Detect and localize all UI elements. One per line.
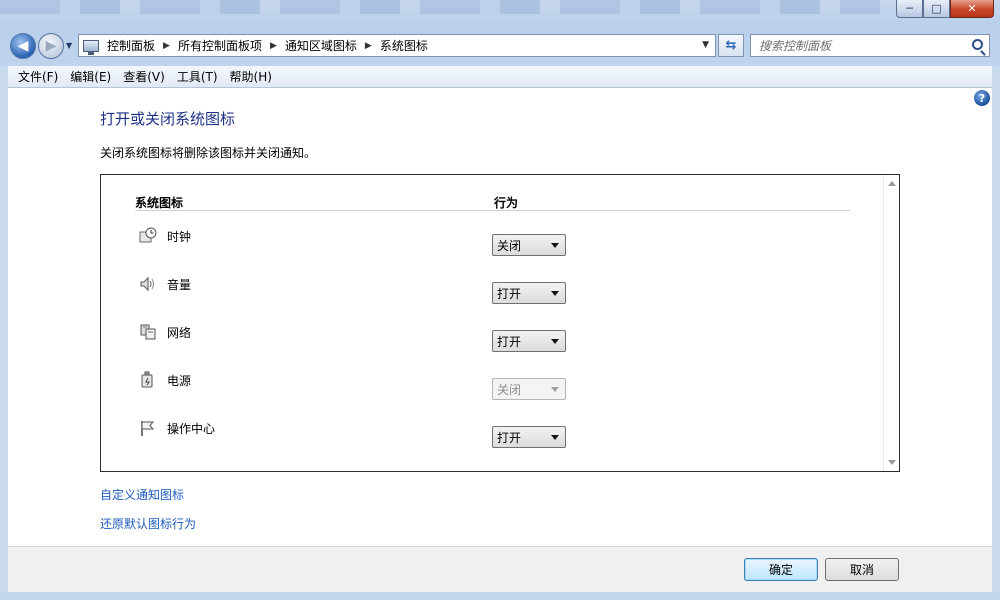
history-dropdown-icon[interactable]: ▼: [66, 41, 72, 50]
window-controls: ─ □ ✕: [896, 0, 994, 18]
chevron-down-icon: [551, 291, 559, 296]
behavior-select-volume[interactable]: 打开: [492, 282, 566, 304]
search-icon[interactable]: [972, 39, 983, 50]
row-label-clock: 时钟: [167, 230, 192, 244]
chevron-right-icon[interactable]: ▶: [270, 41, 277, 51]
behavior-value: 打开: [497, 430, 522, 445]
behavior-value: 关闭: [497, 382, 522, 397]
breadcrumb-control-panel[interactable]: 控制面板: [107, 37, 155, 54]
chevron-down-icon: [551, 339, 559, 344]
arrow-left-icon: ◀: [17, 38, 29, 54]
search-input[interactable]: [759, 38, 964, 53]
system-icons-panel: 系统图标 行为 时钟 关闭 音量 打开 网络 打开 电源 关闭 操作中心 打开: [100, 174, 900, 472]
row-label-network: 网络: [167, 326, 192, 340]
page-title: 打开或关闭系统图标: [100, 110, 236, 128]
chevron-down-icon: [551, 243, 559, 248]
column-header-icon: 系统图标: [135, 196, 184, 210]
refresh-button[interactable]: ⇆: [718, 34, 744, 57]
breadcrumb: 控制面板 ▶ 所有控制面板项 ▶ 通知区域图标 ▶ 系统图标: [107, 37, 428, 54]
row-label-volume: 音量: [167, 278, 192, 292]
behavior-select-network[interactable]: 打开: [492, 330, 566, 352]
power-icon: [141, 371, 153, 388]
maximize-button[interactable]: □: [923, 0, 950, 18]
flag-icon: [141, 421, 155, 436]
behavior-select-clock[interactable]: 关闭: [492, 234, 566, 256]
chevron-right-icon[interactable]: ▶: [163, 41, 170, 51]
arrow-right-icon: ▶: [45, 38, 57, 54]
title-bar: [0, 0, 880, 14]
help-icon[interactable]: ?: [974, 90, 990, 106]
breadcrumb-all-items[interactable]: 所有控制面板项: [178, 37, 262, 54]
behavior-select-action-center[interactable]: 打开: [492, 426, 566, 448]
table-row-power: 电源 关闭: [101, 371, 881, 401]
window-frame-bottom: [0, 592, 1000, 600]
control-panel-icon: [83, 39, 99, 55]
behavior-select-power: 关闭: [492, 378, 566, 400]
volume-icon: [140, 276, 154, 292]
menu-view[interactable]: 查看(V): [117, 68, 171, 85]
header-divider: [135, 210, 850, 211]
page-description: 关闭系统图标将删除该图标并关闭通知。: [100, 146, 317, 160]
breadcrumb-notification-icons[interactable]: 通知区域图标: [285, 37, 357, 54]
refresh-icon: ⇆: [725, 38, 737, 53]
menu-tools[interactable]: 工具(T): [171, 68, 224, 85]
row-label-power: 电源: [167, 374, 192, 388]
vertical-scrollbar[interactable]: [883, 175, 899, 471]
menu-edit[interactable]: 编辑(E): [64, 68, 117, 85]
scroll-up-icon[interactable]: [888, 181, 896, 186]
chevron-down-icon: [551, 435, 559, 440]
main-content: ? 打开或关闭系统图标 关闭系统图标将删除该图标并关闭通知。 系统图标 行为 时…: [8, 88, 992, 546]
table-row-clock: 时钟 关闭: [101, 227, 881, 257]
close-button[interactable]: ✕: [950, 0, 994, 18]
behavior-value: 打开: [497, 286, 522, 301]
menu-file[interactable]: 文件(F): [12, 68, 64, 85]
customize-notification-icons-link[interactable]: 自定义通知图标: [100, 486, 184, 503]
forward-button[interactable]: ▶: [38, 33, 64, 59]
ok-button[interactable]: 确定: [744, 558, 818, 581]
menu-help[interactable]: 帮助(H): [224, 68, 278, 85]
table-row-network: 网络 打开: [101, 323, 881, 353]
row-label-action-center: 操作中心: [167, 422, 216, 436]
behavior-value: 打开: [497, 334, 522, 349]
search-box[interactable]: [750, 34, 990, 57]
scroll-down-icon[interactable]: [888, 460, 896, 465]
column-header-behavior: 行为: [494, 196, 519, 210]
table-row-volume: 音量 打开: [101, 275, 881, 305]
minimize-button[interactable]: ─: [896, 0, 923, 18]
chevron-down-icon: [551, 387, 559, 392]
address-bar[interactable]: 控制面板 ▶ 所有控制面板项 ▶ 通知区域图标 ▶ 系统图标 ▼: [78, 34, 716, 57]
window-chrome: ─ □ ✕ ◀ ▶ ▼ 控制面板 ▶ 所有控制面板项 ▶ 通知区域图标 ▶ 系统…: [0, 0, 1000, 66]
dialog-footer: 确定 取消: [8, 546, 992, 592]
chevron-right-icon[interactable]: ▶: [365, 41, 372, 51]
back-button[interactable]: ◀: [10, 33, 36, 59]
network-icon: [140, 324, 156, 340]
restore-default-behavior-link[interactable]: 还原默认图标行为: [100, 515, 196, 532]
behavior-value: 关闭: [497, 238, 522, 253]
clock-icon: [139, 227, 157, 243]
table-row-action-center: 操作中心 打开: [101, 419, 881, 449]
menu-bar: 文件(F) 编辑(E) 查看(V) 工具(T) 帮助(H): [8, 66, 992, 88]
cancel-button[interactable]: 取消: [825, 558, 899, 581]
breadcrumb-system-icons[interactable]: 系统图标: [380, 37, 428, 54]
address-dropdown-icon[interactable]: ▼: [702, 40, 709, 50]
